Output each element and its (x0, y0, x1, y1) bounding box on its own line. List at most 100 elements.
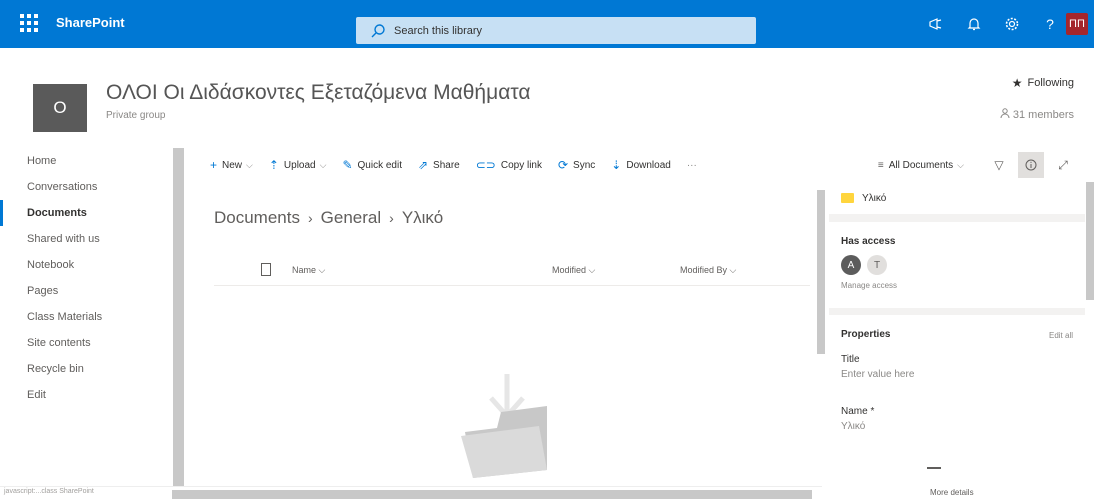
column-modified-by[interactable]: Modified By ⌵ (680, 265, 736, 276)
expand-icon[interactable]: ⤢ (1050, 152, 1076, 178)
breadcrumb-general[interactable]: General (321, 208, 381, 228)
title-field[interactable]: Enter value here (841, 369, 1073, 380)
following-label: Following (1027, 77, 1074, 89)
column-name[interactable]: Name ⌵ (292, 265, 325, 276)
title-label: Title (841, 354, 860, 365)
chevron-right-icon: › (307, 210, 313, 226)
empty-folder-illustration (461, 374, 547, 478)
folder-icon (841, 193, 854, 203)
download-button[interactable]: ⇣ Download (611, 158, 671, 172)
nav-item-shared-with-us[interactable]: Shared with us (0, 226, 172, 252)
new-label: New (222, 159, 243, 171)
nav-item-pages[interactable]: Pages (0, 278, 172, 304)
chevron-down-icon: ⌵ (588, 265, 596, 275)
share-button[interactable]: ⇗ Share (418, 158, 460, 172)
chevron-down-icon: ⌵ (319, 159, 327, 170)
command-bar: + New ⌵ ⇡ Upload ⌵ ✎ Quick edit ⇗ Share … (188, 148, 1094, 182)
upload-label: Upload (283, 159, 316, 171)
has-access-section: Has access Α Τ Manage access (829, 222, 1085, 308)
view-label: All Documents (888, 159, 954, 171)
filter-icon[interactable]: ▽ (986, 152, 1012, 178)
status-text: javascript:...class SharePoint (4, 488, 94, 495)
quick-edit-button[interactable]: ✎ Quick edit (342, 158, 402, 172)
nav-item-conversations[interactable]: Conversations (0, 174, 172, 200)
scrollbar-thumb[interactable] (172, 490, 812, 499)
nav-item-recycle-bin[interactable]: Recycle bin (0, 356, 172, 382)
nav-item-site-contents[interactable]: Site contents (0, 330, 172, 356)
sync-icon: ⟳ (557, 158, 569, 172)
nav-scrollbar[interactable] (173, 148, 184, 486)
breadcrumb: Documents › General › Υλικό (214, 208, 443, 228)
site-logo[interactable]: Ο (33, 84, 87, 132)
share-label: Share (433, 159, 460, 171)
member-avatar[interactable]: Α (841, 255, 861, 275)
share-icon: ⇗ (417, 158, 429, 172)
more-details-grip (927, 467, 941, 469)
members-button[interactable]: 31 members (1000, 108, 1074, 121)
pencil-icon: ✎ (342, 158, 353, 172)
person-icon (1000, 108, 1010, 121)
has-access-label: Has access (841, 236, 896, 247)
nav-item-home[interactable]: Home (0, 148, 172, 174)
breadcrumb-documents[interactable]: Documents (214, 208, 300, 228)
site-privacy-label: Private group (106, 110, 166, 121)
gear-icon[interactable] (996, 8, 1028, 40)
page-scrollbar[interactable] (1086, 182, 1094, 300)
link-icon: ⊂⊃ (475, 158, 496, 172)
copy-link-button[interactable]: ⊂⊃ Copy link (476, 158, 542, 172)
chevron-down-icon: ⌵ (246, 159, 253, 170)
list-icon: ≡ (877, 159, 884, 171)
search-icon (371, 23, 385, 37)
member-avatar[interactable]: Τ (867, 255, 887, 275)
name-field[interactable]: Υλικό (841, 421, 1073, 432)
star-icon: ★ (1011, 76, 1023, 90)
following-button[interactable]: ★ Following (1012, 76, 1074, 90)
details-folder-name: Υλικό (862, 192, 887, 204)
details-scroll-thumb[interactable] (817, 190, 825, 354)
chevron-right-icon: › (389, 210, 394, 226)
chevron-down-icon: ⌵ (957, 159, 964, 170)
upload-button[interactable]: ⇡ Upload ⌵ (269, 158, 327, 172)
chevron-down-icon: ⌵ (729, 265, 737, 275)
manage-access-link[interactable]: Manage access (841, 281, 1073, 290)
nav-item-edit[interactable]: Edit (0, 382, 172, 408)
upload-icon: ⇡ (268, 158, 279, 172)
column-modified[interactable]: Modified ⌵ (552, 265, 595, 276)
megaphone-icon[interactable] (920, 8, 952, 40)
quick-edit-label: Quick edit (357, 159, 402, 171)
new-button[interactable]: + New ⌵ (210, 158, 253, 172)
nav-item-notebook[interactable]: Notebook (0, 252, 172, 278)
edit-all-link[interactable]: Edit all (1049, 331, 1073, 340)
plus-icon: + (210, 158, 218, 172)
info-icon[interactable] (1018, 152, 1044, 178)
search-box[interactable]: Search this library (356, 17, 756, 44)
site-title[interactable]: ΟΛΟΙ Οι Διδάσκοντες Εξεταζόμενα Μαθήματα (106, 81, 531, 105)
nav-item-documents[interactable]: Documents (0, 200, 172, 226)
view-selector[interactable]: ≡ All Documents ⌵ (878, 160, 964, 171)
left-nav: Home Conversations Documents Shared with… (0, 148, 172, 408)
search-placeholder: Search this library (394, 24, 483, 37)
copy-link-label: Copy link (500, 159, 542, 171)
sync-button[interactable]: ⟳ Sync (558, 158, 595, 172)
help-icon[interactable]: ? (1034, 8, 1066, 40)
details-header: Υλικό (829, 182, 1085, 214)
horizontal-scrollbar[interactable] (0, 486, 822, 500)
more-button[interactable]: ··· (687, 160, 697, 171)
nav-item-class-materials[interactable]: Class Materials (0, 304, 172, 330)
suite-bar: SharePoint Search this library ? ΠΠ (0, 0, 1094, 48)
details-pane: Υλικό Has access Α Τ Manage access Prope… (829, 182, 1085, 500)
list-header: Name ⌵ Modified ⌵ Modified By ⌵ (214, 254, 810, 286)
more-label: ··· (686, 159, 697, 171)
more-details-link[interactable]: More details (930, 488, 974, 497)
app-name[interactable]: SharePoint (56, 15, 125, 30)
name-label: Name * (841, 406, 875, 417)
sync-label: Sync (573, 159, 596, 171)
breadcrumb-current-folder: Υλικό (401, 208, 444, 227)
download-icon: ⇣ (611, 158, 622, 172)
bell-icon[interactable] (958, 8, 990, 40)
download-label: Download (626, 159, 671, 171)
properties-section: Properties Edit all Title Enter value he… (829, 315, 1085, 500)
user-avatar[interactable]: ΠΠ (1066, 13, 1088, 35)
file-type-icon[interactable] (261, 263, 271, 276)
app-launcher-icon[interactable] (20, 14, 38, 32)
